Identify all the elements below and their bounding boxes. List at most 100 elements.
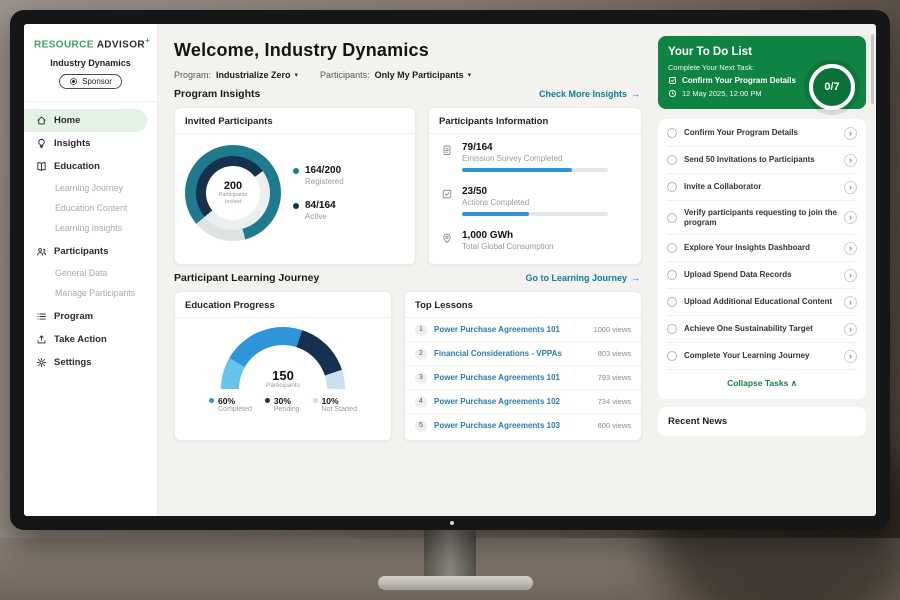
lesson-link[interactable]: Power Purchase Agreements 101 — [434, 325, 586, 334]
sidebar-item-participants[interactable]: Participants — [24, 240, 157, 263]
lesson-link[interactable]: Power Purchase Agreements 101 — [434, 373, 591, 382]
recent-news-title: Recent News — [668, 416, 727, 427]
lesson-row[interactable]: 4 Power Purchase Agreements 102 734 view… — [405, 390, 641, 414]
chevron-right-icon[interactable]: › — [844, 154, 857, 167]
program-dropdown[interactable]: Program: Industrialize Zero ▾ — [174, 70, 298, 80]
task-checkbox[interactable] — [667, 128, 677, 138]
link-label: Go to Learning Journey — [525, 273, 627, 283]
collapse-tasks-label: Collapse Tasks — [727, 378, 788, 388]
lesson-link[interactable]: Financial Considerations - VPPAs — [434, 349, 591, 358]
segment-value: 10% — [322, 396, 357, 406]
chevron-right-icon[interactable]: › — [844, 127, 857, 140]
sidebar-item-label: Learning Journey — [55, 183, 123, 193]
sidebar-item-program[interactable]: Program — [24, 305, 157, 328]
lesson-row[interactable]: 2 Financial Considerations - VPPAs 803 v… — [405, 342, 641, 366]
link-label: Check More Insights — [539, 89, 627, 99]
stat-value: 23/50 — [462, 186, 608, 197]
todo-subtitle: Complete Your Next Task: — [668, 63, 808, 72]
task-label: Complete Your Learning Journey — [684, 351, 837, 361]
stat-progress-track — [462, 168, 608, 172]
logo-plus: + — [145, 36, 150, 45]
task-label: Invite a Collaborator — [684, 182, 837, 192]
invited-participants-card: Invited Participants 200 Participants In… — [174, 107, 416, 265]
lesson-link[interactable]: Power Purchase Agreements 102 — [434, 397, 591, 406]
chevron-right-icon[interactable]: › — [844, 350, 857, 363]
sidebar-item-home[interactable]: Home — [24, 109, 147, 132]
task-checkbox[interactable] — [667, 213, 677, 223]
sidebar-item-general-data[interactable]: General Data — [24, 263, 157, 283]
legend-completed: 60% Completed — [209, 396, 252, 413]
chevron-right-icon[interactable]: › — [844, 211, 857, 224]
clipboard-icon — [441, 144, 453, 156]
task-checkbox[interactable] — [667, 324, 677, 334]
sidebar-item-learning-journey[interactable]: Learning Journey — [24, 178, 157, 198]
segment-label: Not Started — [322, 406, 357, 413]
sidebar-item-settings[interactable]: Settings — [24, 351, 157, 374]
task-row[interactable]: Verify participants requesting to join t… — [667, 201, 857, 235]
task-row[interactable]: Complete Your Learning Journey › — [667, 343, 857, 370]
legend-dot-not-started — [313, 398, 318, 403]
task-row[interactable]: Invite a Collaborator › — [667, 174, 857, 201]
sidebar-item-manage-participants[interactable]: Manage Participants — [24, 283, 157, 303]
task-checkbox[interactable] — [667, 243, 677, 253]
pin-icon — [441, 232, 453, 244]
list-icon — [36, 311, 47, 322]
scrollbar[interactable] — [871, 34, 874, 104]
task-label: Verify participants requesting to join t… — [684, 208, 837, 228]
insights-cards-row: Invited Participants 200 Participants In… — [174, 107, 642, 265]
task-row[interactable]: Upload Additional Educational Content › — [667, 289, 857, 316]
task-row[interactable]: Send 50 Invitations to Participants › — [667, 147, 857, 174]
active-value: 84/164 — [305, 200, 336, 211]
sidebar-item-education[interactable]: Education — [24, 155, 157, 178]
todo-progress-ring: 0/7 — [809, 64, 855, 110]
sidebar-item-education-content[interactable]: Education Content — [24, 198, 157, 218]
task-row[interactable]: Explore Your Insights Dashboard › — [667, 235, 857, 262]
task-row[interactable]: Achieve One Sustainability Target › — [667, 316, 857, 343]
donut-legend: 164/200 Registered 84/164 Active — [293, 165, 344, 221]
participants-information-card: Participants Information 79/164 Emission… — [428, 107, 642, 265]
sidebar-item-label: Manage Participants — [55, 288, 135, 298]
task-checkbox[interactable] — [667, 351, 677, 361]
todo-progress-value: 0/7 — [824, 81, 839, 93]
todo-panel: Your To Do List Complete Your Next Task:… — [654, 24, 876, 516]
lesson-row[interactable]: 1 Power Purchase Agreements 101 1000 vie… — [405, 318, 641, 342]
sidebar-item-label: General Data — [55, 268, 107, 278]
chevron-right-icon[interactable]: › — [844, 242, 857, 255]
sidebar-item-take-action[interactable]: Take Action — [24, 328, 157, 351]
dashboard-screen: RESOURCE ADVISOR+ Industry Dynamics Spon… — [24, 24, 876, 516]
stat-bar-fill-0 — [462, 168, 572, 172]
chevron-right-icon[interactable]: › — [844, 181, 857, 194]
task-checkbox[interactable] — [667, 270, 677, 280]
sidebar-item-insights[interactable]: Insights — [24, 132, 157, 155]
check-more-insights-link[interactable]: Check More Insights → — [539, 89, 640, 99]
lesson-row[interactable]: 3 Power Purchase Agreements 101 793 view… — [405, 366, 641, 390]
chevron-right-icon[interactable]: › — [844, 323, 857, 336]
program-dropdown-value: Industrialize Zero — [216, 70, 291, 80]
gauge-center: 150 Participants — [221, 369, 345, 389]
task-row[interactable]: Confirm Your Program Details › — [667, 120, 857, 147]
task-row[interactable]: Upload Spend Data Records › — [667, 262, 857, 289]
top-lessons-title: Top Lessons — [405, 292, 641, 318]
task-checkbox[interactable] — [667, 297, 677, 307]
program-insights-title: Program Insights — [174, 88, 260, 100]
task-label: Send 50 Invitations to Participants — [684, 155, 837, 165]
go-to-learning-journey-link[interactable]: Go to Learning Journey → — [525, 273, 640, 283]
task-checkbox[interactable] — [667, 182, 677, 192]
lesson-row[interactable]: 5 Power Purchase Agreements 103 600 view… — [405, 414, 641, 437]
collapse-tasks-link[interactable]: Collapse Tasks ∧ — [667, 370, 857, 398]
stat-progress-track — [462, 212, 608, 216]
lesson-views: 600 views — [598, 421, 631, 430]
sidebar-item-learning-insights[interactable]: Learning Insights — [24, 218, 157, 238]
stat-label: Actions Completed — [462, 198, 608, 207]
legend-dot-registered — [293, 168, 299, 174]
lesson-link[interactable]: Power Purchase Agreements 103 — [434, 421, 591, 430]
segment-label: Pending — [274, 406, 300, 413]
chevron-right-icon[interactable]: › — [844, 296, 857, 309]
chevron-right-icon[interactable]: › — [844, 269, 857, 282]
lesson-views: 734 views — [598, 397, 631, 406]
todo-due: 12 May 2025, 12:00 PM — [668, 89, 816, 98]
task-checkbox[interactable] — [667, 155, 677, 165]
todo-tasks-card: Confirm Your Program Details › Send 50 I… — [658, 119, 866, 399]
participants-dropdown[interactable]: Participants: Only My Participants ▾ — [320, 70, 471, 80]
people-icon — [36, 246, 47, 257]
